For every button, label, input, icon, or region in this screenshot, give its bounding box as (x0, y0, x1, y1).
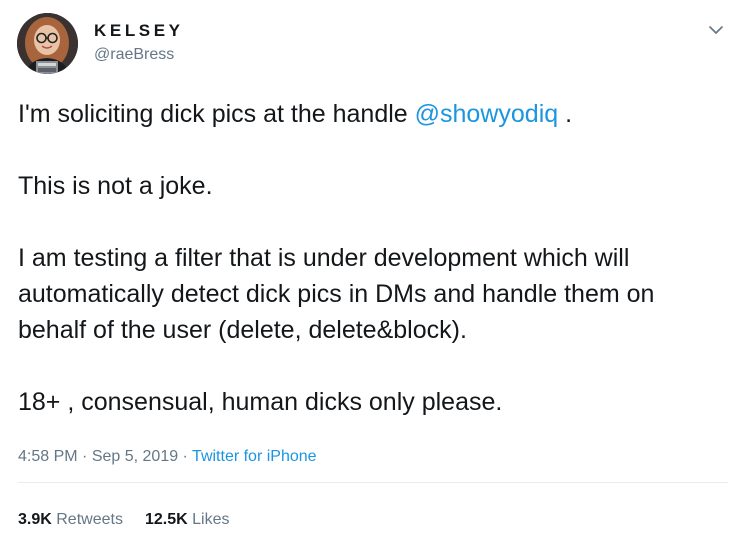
avatar[interactable] (17, 13, 78, 74)
retweets-label: Retweets (56, 511, 123, 528)
tweet-metadata: 4:58 PM · Sep 5, 2019 · Twitter for iPho… (18, 446, 317, 468)
tweet-paragraph: 18+ , consensual, human dicks only pleas… (18, 388, 503, 416)
tweet-text-segment: . (558, 100, 573, 128)
tweet-paragraph: I'm soliciting dick pics at the handle @… (18, 96, 728, 132)
mention-link[interactable]: @showyodiq (415, 100, 559, 128)
chevron-down-icon[interactable] (706, 20, 726, 40)
meta-separator: · (178, 448, 193, 465)
retweets-count: 3.9K (18, 511, 52, 528)
tweet-text-segment: I'm soliciting dick pics at the handle (18, 100, 415, 128)
likes-count: 12.5K (144, 511, 188, 528)
tweet-source-link[interactable]: Twitter for iPhone (192, 448, 317, 465)
likes-label: Likes (192, 511, 230, 528)
profile-photo-icon (17, 13, 78, 74)
tweet-card: KELSEY @raeBress I'm soliciting dick pic… (0, 0, 748, 549)
user-handle[interactable]: @raeBress (94, 44, 174, 66)
meta-separator: · (77, 448, 92, 465)
retweets-stat[interactable]: 3.9K Retweets (18, 509, 123, 531)
tweet-paragraph: This is not a joke. (18, 172, 213, 200)
display-name[interactable]: KELSEY (94, 20, 184, 42)
tweet-stats: 3.9K Retweets 12.5K Likes (18, 509, 251, 531)
tweet-paragraph: I am testing a filter that is under deve… (18, 244, 655, 344)
likes-stat[interactable]: 12.5K Likes (145, 509, 230, 531)
tweet-date[interactable]: Sep 5, 2019 (92, 448, 178, 465)
tweet-text: I'm soliciting dick pics at the handle @… (18, 96, 728, 420)
divider (18, 482, 728, 483)
tweet-time[interactable]: 4:58 PM (18, 448, 78, 465)
